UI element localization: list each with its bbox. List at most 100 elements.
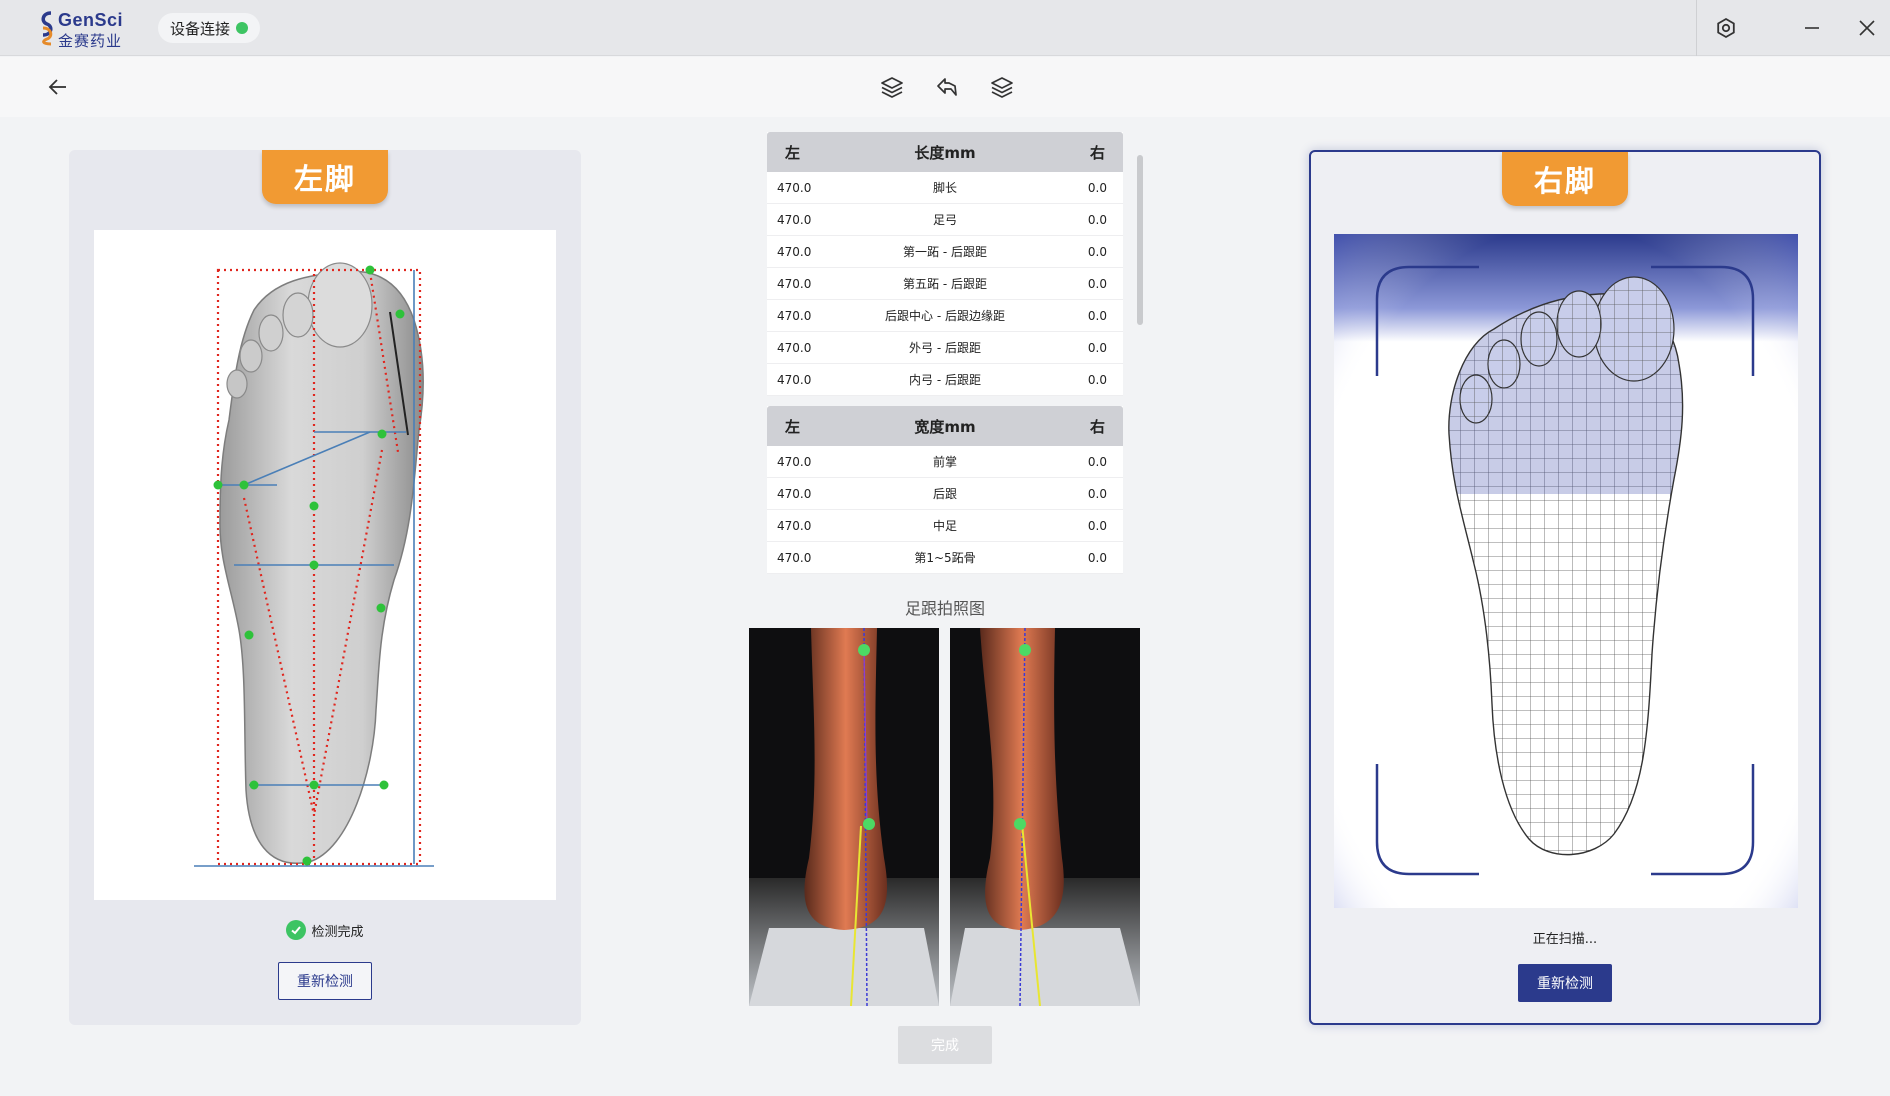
device-status-text: 设备连接 <box>170 19 231 38</box>
cell-right: 0.0 <box>1087 518 1107 533</box>
cell-right: 0.0 <box>1087 212 1107 227</box>
heel-photo-left <box>749 628 939 1006</box>
back-button[interactable] <box>40 69 76 105</box>
table-row: 470.0 足弓 0.0 <box>767 204 1123 236</box>
layers-icon <box>991 77 1013 98</box>
table-row: 470.0 第一跖 - 后跟距 0.0 <box>767 236 1123 268</box>
table-spacer <box>767 396 1123 406</box>
cell-name: 第一跖 - 后跟距 <box>903 245 987 259</box>
cell-name: 足弓 <box>932 213 957 227</box>
length-table: 左 长度mm 右 470.0 脚长 0.0 470.0 足弓 0.0 470.0 第一跖 … <box>767 132 1123 396</box>
layers-icon <box>881 77 903 98</box>
titlebar-divider <box>1696 0 1697 56</box>
cell-left: 470.0 <box>777 276 812 291</box>
logo-mark-icon <box>41 11 53 46</box>
device-status-badge: 设备连接 <box>158 13 261 43</box>
logo-text-en: GenSci <box>58 10 124 30</box>
cell-left: 470.0 <box>777 244 812 259</box>
cell-right: 0.0 <box>1087 372 1107 387</box>
table-row: 470.0 脚长 0.0 <box>767 172 1123 204</box>
cell-name: 中足 <box>932 519 957 533</box>
table-row: 470.0 后跟中心 - 后跟边缘距 0.0 <box>767 300 1123 332</box>
close-icon <box>1859 20 1875 36</box>
cell-name: 前掌 <box>932 455 957 469</box>
cell-left: 470.0 <box>777 454 812 469</box>
cell-left: 470.0 <box>777 180 812 195</box>
left-retest-button[interactable]: 重新检测 <box>278 962 372 1000</box>
left-foot-plantar-image <box>194 262 434 867</box>
minimize-icon <box>1805 27 1819 29</box>
table-row: 470.0 外弓 - 后跟距 0.0 <box>767 332 1123 364</box>
cell-name: 后跟中心 - 后跟边缘距 <box>885 309 1005 323</box>
cell-left: 470.0 <box>777 486 812 501</box>
heel-photo-right <box>950 628 1140 1006</box>
cell-right: 0.0 <box>1087 276 1107 291</box>
left-status-text: 检测完成 <box>311 924 364 940</box>
header-right: 右 <box>1089 417 1105 436</box>
cell-name: 后跟 <box>932 487 957 501</box>
cell-left: 470.0 <box>777 550 812 565</box>
length-table-header: 左 长度mm 右 <box>767 132 1123 172</box>
check-icon <box>286 920 307 940</box>
cell-name: 脚长 <box>932 181 957 195</box>
right-status-text: 正在扫描... <box>1532 932 1598 947</box>
header-title: 宽度mm <box>914 417 976 436</box>
right-foot-tab: 右脚 <box>1502 152 1628 206</box>
cell-left: 470.0 <box>777 518 812 533</box>
layers-button-1[interactable] <box>874 69 910 105</box>
cell-left: 470.0 <box>777 340 812 355</box>
left-status: 检测完成 <box>69 920 581 940</box>
table-row: 470.0 第1~5跖骨 0.0 <box>767 542 1123 574</box>
measurement-tables[interactable]: 左 长度mm 右 470.0 脚长 0.0 470.0 足弓 0.0 470.0 第一跖 … <box>767 132 1123 576</box>
right-foot-mesh-image <box>1334 234 1798 908</box>
settings-button[interactable] <box>1708 10 1744 46</box>
cell-right: 0.0 <box>1087 244 1107 259</box>
cell-right: 0.0 <box>1087 180 1107 195</box>
table-row: 470.0 内弓 - 后跟距 0.0 <box>767 364 1123 396</box>
left-foot-panel: 左脚 检测完成 重新检测 <box>69 150 581 1025</box>
cell-left: 470.0 <box>777 372 812 387</box>
close-button[interactable] <box>1849 10 1885 46</box>
table-row: 470.0 前掌 0.0 <box>767 446 1123 478</box>
left-foot-tab: 左脚 <box>262 150 388 204</box>
cell-name: 内弓 - 后跟距 <box>909 373 981 387</box>
cell-name: 外弓 - 后跟距 <box>909 341 981 355</box>
minimize-button[interactable] <box>1794 10 1830 46</box>
app-logo: GenSci 金赛药业 <box>38 8 128 50</box>
logo-text-cn: 金赛药业 <box>58 32 123 50</box>
device-status-dot <box>236 22 249 34</box>
heel-photo-right-image <box>950 628 1140 1006</box>
header-left: 左 <box>785 417 801 436</box>
layers-button-2[interactable] <box>984 69 1020 105</box>
cell-name: 第1~5跖骨 <box>914 551 976 565</box>
cell-name: 第五跖 - 后跟距 <box>903 277 987 291</box>
right-foot-scan-view <box>1334 234 1798 908</box>
undo-icon <box>937 78 957 96</box>
header-left: 左 <box>785 143 801 162</box>
table-row: 470.0 后跟 0.0 <box>767 478 1123 510</box>
right-retest-button[interactable]: 重新检测 <box>1518 964 1612 1002</box>
header-right: 右 <box>1089 143 1105 162</box>
cell-right: 0.0 <box>1087 550 1107 565</box>
cell-right: 0.0 <box>1087 454 1107 469</box>
cell-right: 0.0 <box>1087 340 1107 355</box>
left-foot-analysis-view <box>94 230 556 900</box>
cell-left: 470.0 <box>777 308 812 323</box>
undo-button[interactable] <box>929 69 965 105</box>
tables-scrollbar[interactable] <box>1137 155 1143 325</box>
table-row: 470.0 第五跖 - 后跟距 0.0 <box>767 268 1123 300</box>
width-table: 左 宽度mm 右 470.0 前掌 0.0 470.0 后跟 0.0 470.0 中足 0.… <box>767 406 1123 574</box>
heel-photo-left-image <box>749 628 939 1006</box>
table-row: 470.0 中足 0.0 <box>767 510 1123 542</box>
header-title: 长度mm <box>914 143 976 162</box>
arrow-left-icon <box>48 79 66 95</box>
heel-photos-title: 足跟拍照图 <box>904 599 985 618</box>
cell-right: 0.0 <box>1087 308 1107 323</box>
gear-icon <box>1717 17 1735 39</box>
width-table-header: 左 宽度mm 右 <box>767 406 1123 446</box>
right-foot-panel: 右脚 正在扫描... 重新检测 <box>1309 150 1821 1025</box>
done-button[interactable]: 完成 <box>898 1026 992 1064</box>
cell-left: 470.0 <box>777 212 812 227</box>
title-bar: GenSci 金赛药业 设备连接 <box>0 0 1890 56</box>
toolbar <box>0 57 1890 117</box>
